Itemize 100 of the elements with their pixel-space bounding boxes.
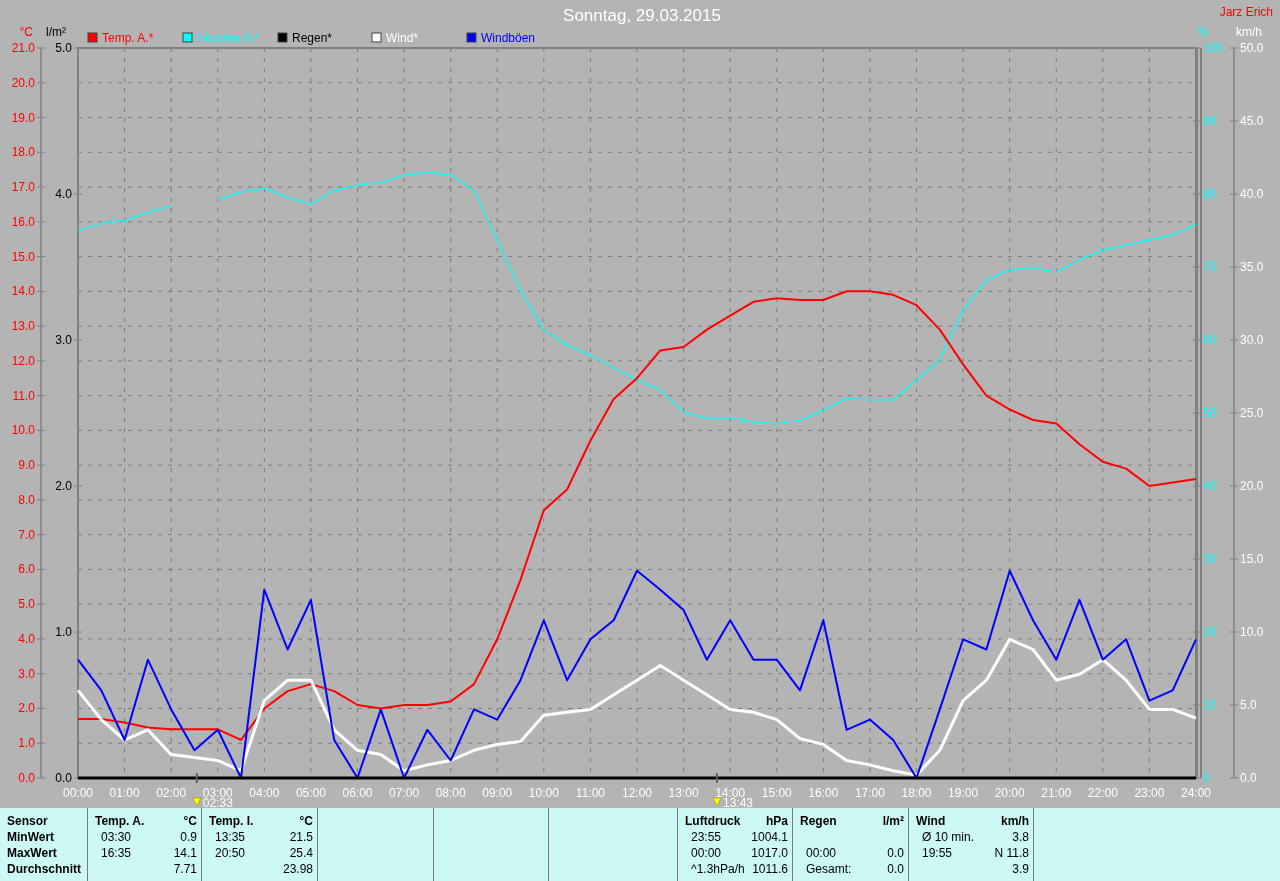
axis-tick-label: 80 [1203, 187, 1217, 201]
axis-tick-label: 0.0 [18, 771, 35, 785]
table-cell-text: 00:00 [690, 846, 723, 862]
axis-tick-label: 16.0 [11, 214, 35, 229]
x-axis-label: 16:00 [808, 786, 839, 800]
table-cell-text: Gesamt: [805, 862, 853, 878]
unit-header: l/m² [882, 814, 904, 830]
axis-tick-label: 2.0 [18, 701, 35, 716]
axis-tick-label: 35.0 [1240, 260, 1264, 274]
table-cell-text: 23:55 [690, 830, 723, 846]
axis-unit-label: °C [19, 25, 33, 39]
x-axis-label: 09:00 [482, 786, 513, 800]
axis-tick-label: 8.0 [18, 492, 35, 507]
x-axis-label: 05:00 [295, 786, 326, 800]
author-label: Jarz Erich [1219, 5, 1273, 19]
table-cell-text: 0.0 [886, 862, 904, 878]
column-header: Temp. I. [209, 814, 255, 830]
axis-tick-label: 50 [1203, 406, 1217, 420]
axis-tick-label: 18.0 [11, 145, 35, 160]
unit-header: hPa [765, 814, 788, 830]
axis-tick-label: 100 [1203, 41, 1224, 55]
row-label: MinWert [7, 830, 56, 846]
table-cell-text: 20:50 [214, 846, 247, 862]
x-axis-label: 10:00 [528, 786, 559, 800]
x-axis-label: 15:00 [761, 786, 792, 800]
x-axis-label: 07:00 [389, 786, 420, 800]
row-label: Durchschnitt [7, 862, 82, 878]
x-axis-label: 24:00 [1181, 786, 1211, 800]
axis-tick-label: 13.0 [11, 319, 35, 334]
table-cell: 1011.6 [751, 862, 788, 878]
axis-tick-label: 4.0 [55, 187, 72, 201]
axis-unit-label: km/h [1236, 25, 1262, 39]
table-cell-text: 0.9 [179, 830, 197, 846]
x-axis-label: 04:00 [249, 786, 280, 800]
x-axis-label: 21:00 [1041, 786, 1072, 800]
axis-tick-label: 10.0 [11, 423, 35, 438]
table-cell-text: ^1.3hPa/h [690, 862, 746, 878]
axis-tick-label: 21.0 [11, 41, 35, 55]
table-cell-text: 21.5 [288, 830, 313, 846]
table-cell: 1017.0 [751, 846, 788, 862]
legend-label: Wind* [386, 31, 418, 45]
table-cell: 14.1 [173, 846, 197, 862]
axis-unit-label: l/m² [46, 25, 66, 39]
x-axis-label: 12:00 [622, 786, 652, 800]
axis-tick-label: 40 [1203, 479, 1217, 493]
x-axis-label: 08:00 [435, 786, 466, 800]
table-cell: 1004.1 [751, 830, 788, 846]
legend-label: Windböen [481, 31, 536, 45]
axis-tick-label: 90 [1203, 114, 1217, 128]
axis-tick-label: 60 [1203, 333, 1217, 347]
axis-tick-label: 50.0 [1240, 41, 1264, 55]
axis-unit-label: % [1197, 25, 1208, 39]
axis-tick-label: 19.0 [11, 110, 35, 125]
column-header: Temp. A. [95, 814, 146, 830]
axis-tick-label: 20.0 [1240, 479, 1264, 493]
x-axis-label: 13:00 [668, 786, 699, 800]
table-cell-text: 13:35 [214, 830, 247, 846]
x-axis-label: 23:00 [1134, 786, 1165, 800]
table-cell-text: 00:00 [805, 846, 838, 862]
axis-tick-label: 7.0 [18, 527, 35, 542]
axis-tick-label: 30.0 [1240, 333, 1264, 347]
axis-tick-label: 45.0 [1240, 114, 1264, 128]
axis-tick-label: 12.0 [11, 353, 35, 368]
table-cell-text: 3.9 [1011, 862, 1029, 878]
unit-header: °C [298, 814, 313, 830]
axis-tick-label: 0.0 [55, 771, 72, 785]
axis-tick-label: 3.0 [55, 333, 72, 347]
chart-title: Sonntag, 29.03.2015 [563, 6, 721, 25]
axis-tick-label: 1.0 [18, 736, 35, 751]
x-axis-label: 00:00 [63, 786, 93, 800]
axis-tick-label: 5.0 [1240, 698, 1257, 712]
column-header: Regen [800, 814, 838, 830]
row-label: Sensor [7, 814, 49, 830]
x-axis-label: 06:00 [342, 786, 373, 800]
x-axis-label: 19:00 [948, 786, 979, 800]
axis-tick-label: 20.0 [11, 75, 35, 90]
x-axis-label: 18:00 [901, 786, 932, 800]
axis-tick-label: 15.0 [11, 249, 35, 264]
row-label: MaxWert [7, 846, 58, 862]
axis-tick-label: 40.0 [1240, 187, 1264, 201]
axis-tick-label: 30 [1203, 552, 1217, 566]
axis-tick-label: 70 [1203, 260, 1217, 274]
axis-tick-label: 2.0 [55, 479, 72, 493]
axis-tick-label: 1.0 [55, 625, 72, 639]
axis-tick-label: 11.0 [12, 388, 35, 403]
legend-label: Temp. A.* [102, 31, 154, 45]
unit-header: km/h [1000, 814, 1029, 830]
axis-tick-label: 20 [1203, 625, 1217, 639]
axis-tick-label: 6.0 [18, 562, 35, 577]
table-cell-text: Ø 10 min. [921, 830, 976, 846]
table-cell-text: 3.8 [1011, 830, 1029, 846]
x-axis-label: 01:00 [109, 786, 140, 800]
axis-tick-label: 4.0 [18, 631, 35, 646]
x-axis-label: 22:00 [1087, 786, 1118, 800]
column-header: Luftdruck [685, 814, 742, 830]
axis-tick-label: 0.0 [1240, 771, 1257, 785]
unit-header: °C [182, 814, 197, 830]
x-axis-label: 02:00 [156, 786, 187, 800]
axis-tick-label: 10 [1203, 698, 1217, 712]
axis-tick-label: 0 [1203, 771, 1210, 785]
